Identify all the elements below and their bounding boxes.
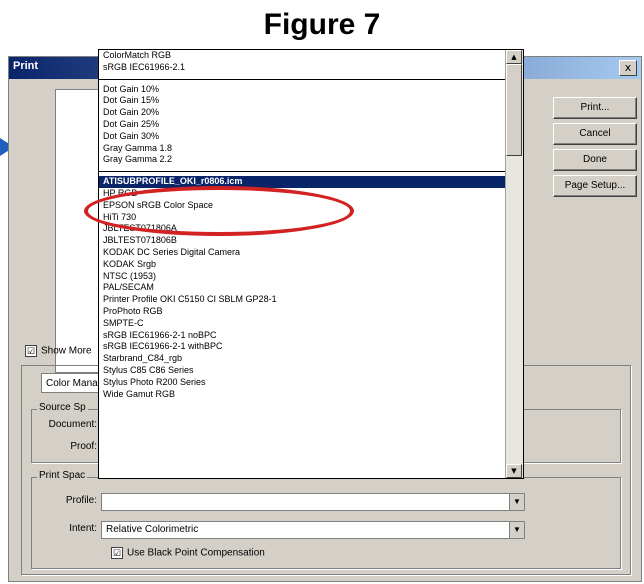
print-button[interactable]: Print... xyxy=(553,97,637,119)
dropdown-item[interactable]: Dot Gain 20% xyxy=(99,107,505,119)
dropdown-item[interactable]: Gray Gamma 2.2 xyxy=(99,154,505,166)
profile-dropdown-list[interactable]: ColorMatch RGB sRGB IEC61966-2.1 Dot Gain … xyxy=(98,49,524,479)
dropdown-item[interactable]: ColorMatch RGB xyxy=(99,50,505,62)
profile-label: Profile: xyxy=(65,495,97,506)
dropdown-item[interactable]: Printer Profile OKI C5150 CI SBLM GP28-1 xyxy=(99,294,505,306)
source-space-label: Source Sp xyxy=(37,402,88,413)
dropdown-item[interactable]: NTSC (1953) xyxy=(99,271,505,283)
show-more-checkbox[interactable]: ☑ xyxy=(25,345,37,357)
dropdown-item[interactable]: KODAK Srgb xyxy=(99,259,505,271)
highlight-ellipse xyxy=(84,186,354,236)
bpc-checkbox[interactable]: ☑ xyxy=(111,547,123,559)
dropdown-scrollbar[interactable]: ▲ ▼ xyxy=(505,50,523,478)
dialog-title: Print xyxy=(13,60,39,72)
dropdown-item[interactable]: Dot Gain 10% xyxy=(99,84,505,96)
figure-title: Figure 7 xyxy=(263,8,381,41)
dropdown-separator xyxy=(99,74,505,84)
dropdown-item[interactable]: Wide Gamut RGB xyxy=(99,389,505,401)
dropdown-item[interactable]: PAL/SECAM xyxy=(99,282,505,294)
close-button[interactable]: x xyxy=(619,60,637,76)
black-point-compensation-option[interactable]: ☑ Use Black Point Compensation xyxy=(111,547,265,559)
dropdown-separator xyxy=(99,166,505,176)
scrollbar-thumb[interactable] xyxy=(506,64,522,156)
dropdown-item[interactable]: SMPTE-C xyxy=(99,318,505,330)
scroll-down-button[interactable]: ▼ xyxy=(506,464,522,478)
document-label: Document: xyxy=(48,419,97,430)
profile-select[interactable]: ▼ xyxy=(101,493,525,511)
dropdown-item[interactable]: Dot Gain 15% xyxy=(99,95,505,107)
print-space-label: Print Spac xyxy=(37,470,88,481)
dropdown-item[interactable]: Dot Gain 25% xyxy=(99,119,505,131)
dropdown-items: ColorMatch RGB sRGB IEC61966-2.1 Dot Gain … xyxy=(99,50,505,478)
show-more-label: Show More xyxy=(41,345,92,357)
dropdown-item[interactable]: ProPhoto RGB xyxy=(99,306,505,318)
bpc-label: Use Black Point Compensation xyxy=(127,547,265,559)
page-setup-button[interactable]: Page Setup... xyxy=(553,175,637,197)
show-more-option[interactable]: ☑ Show More xyxy=(25,345,92,357)
dropdown-item[interactable]: Dot Gain 30% xyxy=(99,131,505,143)
dropdown-item-selected[interactable]: ATISUBPROFILE_OKI_r0806.icm xyxy=(99,176,505,188)
chevron-down-icon[interactable]: ▼ xyxy=(509,494,524,510)
scroll-up-button[interactable]: ▲ xyxy=(506,50,522,64)
proof-label: Proof: xyxy=(70,441,97,452)
dropdown-item[interactable]: Stylus Photo R200 Series xyxy=(99,377,505,389)
dropdown-item[interactable]: KODAK DC Series Digital Camera xyxy=(99,247,505,259)
dropdown-item[interactable]: JBLTEST071806B xyxy=(99,235,505,247)
dropdown-item[interactable]: Stylus C85 C86 Series xyxy=(99,365,505,377)
done-button[interactable]: Done xyxy=(553,149,637,171)
intent-label: Intent: xyxy=(69,523,97,534)
dropdown-item[interactable]: Starbrand_C84_rgb xyxy=(99,353,505,365)
dropdown-item[interactable]: sRGB IEC61966-2.1 xyxy=(99,62,505,74)
intent-select[interactable]: Relative Colorimetric ▼ xyxy=(101,521,525,539)
chevron-down-icon[interactable]: ▼ xyxy=(509,522,524,538)
dropdown-item[interactable]: Gray Gamma 1.8 xyxy=(99,143,505,155)
dropdown-item[interactable]: sRGB IEC61966-2-1 noBPC xyxy=(99,330,505,342)
dropdown-item[interactable]: sRGB IEC61966-2-1 withBPC xyxy=(99,341,505,353)
intent-value: Relative Colorimetric xyxy=(106,524,199,535)
cancel-button[interactable]: Cancel xyxy=(553,123,637,145)
